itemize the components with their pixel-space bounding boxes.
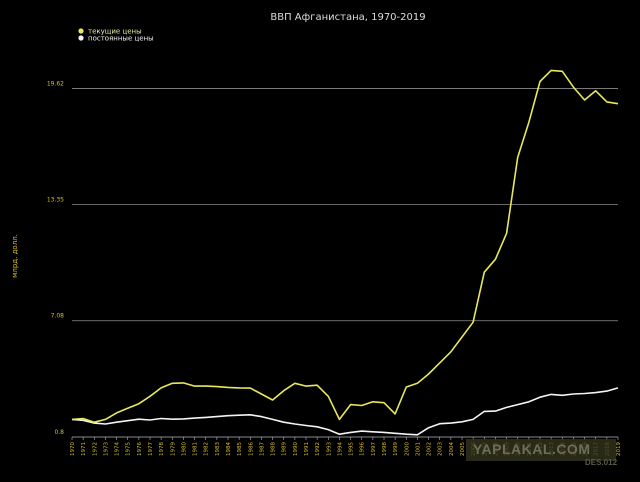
y-tick-label: 0.8 (54, 429, 64, 436)
x-tick-label: 1979 (170, 442, 176, 456)
x-tick-label: 1998 (382, 442, 388, 456)
x-tick-label: 1980 (181, 442, 187, 456)
x-tick-label: 1990 (293, 442, 299, 456)
x-tick-label: 1989 (282, 442, 288, 456)
x-tick-label: 1999 (393, 442, 399, 456)
x-tick-label: 1994 (337, 442, 343, 456)
y-axis-label: млрд. долл. (11, 234, 19, 278)
x-tick-label: 1997 (371, 442, 377, 456)
x-tick-label: 1991 (304, 442, 310, 456)
x-tick-label: 1981 (193, 442, 199, 456)
x-tick-label: 1977 (148, 442, 154, 456)
x-tick-label: 2004 (449, 442, 455, 456)
x-tick-label: 2001 (415, 442, 421, 456)
x-tick-label: 1993 (326, 442, 332, 456)
x-tick-label: 1987 (259, 442, 265, 456)
x-tick-label: 2019 (616, 442, 622, 456)
legend-label-constant-prices: постоянные цены (88, 35, 154, 43)
x-tick-label: 1975 (126, 442, 132, 456)
x-tick-label: 2000 (404, 442, 410, 456)
x-tick-label: 1992 (315, 442, 321, 456)
x-tick-label: 1985 (237, 442, 243, 456)
x-tick-label: 1978 (159, 442, 165, 456)
chart-background (0, 0, 640, 482)
x-tick-label: 1970 (70, 442, 76, 456)
x-tick-label: 1972 (92, 442, 98, 456)
x-tick-label: 1996 (360, 442, 366, 456)
x-tick-label: 1971 (81, 442, 87, 456)
x-tick-label: 1986 (248, 442, 254, 456)
y-tick-label: 13.35 (47, 197, 64, 204)
chart-title: ВВП Афганистана, 1970-2019 (270, 12, 425, 23)
x-tick-label: 1984 (226, 442, 232, 456)
x-tick-label: 1974 (115, 442, 121, 456)
watermark-subtext: DES.012 (585, 458, 618, 467)
x-tick-label: 1982 (204, 442, 210, 456)
x-tick-label: 1983 (215, 442, 221, 456)
y-tick-label: 7.08 (51, 313, 65, 320)
legend-marker-current-prices (78, 28, 84, 34)
gdp-line-chart: 0.8 7.08 13.35 19.62 1970 1971 1972 1973 1974 19… (0, 0, 640, 482)
y-tick-label: 19.62 (47, 81, 64, 88)
x-tick-label: 2003 (438, 442, 444, 456)
x-tick-label: 1973 (103, 442, 109, 456)
x-tick-label: 1988 (271, 442, 277, 456)
x-tick-label: 1995 (349, 442, 355, 456)
x-tick-label: 2002 (427, 442, 433, 456)
watermark-text: YAPLAKAL.COM (473, 441, 591, 457)
x-tick-label: 1976 (137, 442, 143, 456)
legend-marker-constant-prices (78, 35, 84, 41)
